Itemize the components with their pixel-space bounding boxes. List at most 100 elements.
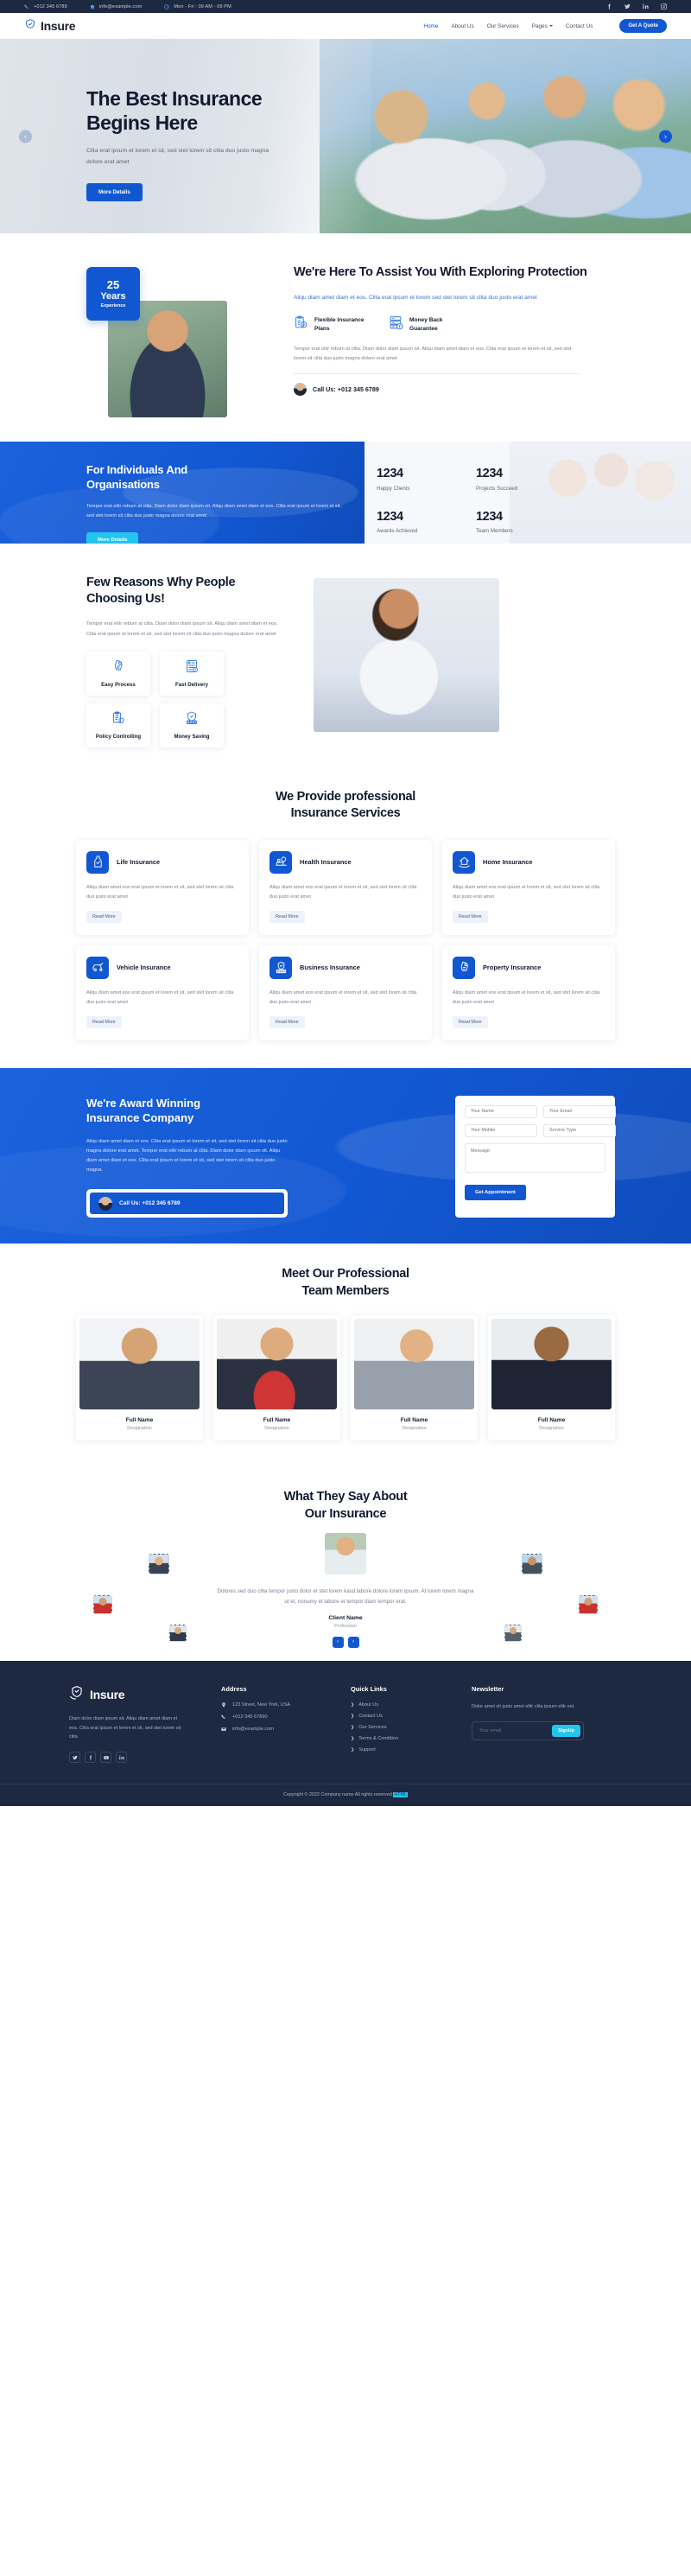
service-description: Aliqu diam amet eos erat ipsum et lorem … — [269, 989, 417, 1005]
nav-item-home[interactable]: Home — [423, 23, 438, 29]
footer-newsletter-column: Newsletter Dolor amet sit justo amet eli… — [472, 1685, 610, 1763]
stats-more-details-button[interactable]: More Details — [86, 531, 139, 544]
footer-email-text: info@example.com — [232, 1726, 274, 1732]
assist-section: 25 Years Experience We're Here To Assist… — [0, 233, 691, 442]
testimonial-prev-button[interactable]: ‹ — [332, 1636, 344, 1648]
stat-label: Happy Clients — [377, 485, 410, 492]
topbar-phone[interactable]: +012 345 6789 — [24, 4, 67, 10]
footer-link-our-services[interactable]: ❯ Our Services — [351, 1725, 472, 1730]
newsletter-signup-button[interactable]: SignUp — [552, 1724, 580, 1737]
service-name: Property Insurance — [483, 964, 542, 972]
get-appointment-button[interactable]: Get Appointment — [465, 1184, 526, 1200]
brand-logo[interactable]: Insure — [24, 18, 76, 35]
reason-card-money-saving[interactable]: Money Saving — [160, 703, 224, 748]
name-input[interactable] — [465, 1104, 537, 1118]
reasons-card-grid: Easy Process Fast Delivery Policy Contro… — [86, 652, 298, 748]
read-more-button[interactable]: Read More — [86, 1015, 122, 1028]
badge-experience-label: Experience — [100, 302, 126, 308]
nav-item-contact-us[interactable]: Contact Us — [566, 23, 593, 29]
newsletter-email-input[interactable] — [475, 1727, 553, 1733]
chevron-right-icon: ❯ — [351, 1724, 355, 1730]
reason-card-policy-controlling[interactable]: Policy Controlling — [86, 703, 150, 748]
service-header: Vehicle Insurance — [86, 956, 238, 979]
testimonials-title: What They Say About Our Insurance — [0, 1489, 691, 1523]
footer-youtube-link[interactable] — [100, 1752, 111, 1764]
copyright-prefix: Copyright © 2022 Company name All rights… — [282, 1792, 392, 1798]
footer-logo[interactable]: Insure — [69, 1685, 221, 1705]
footer-linkedin-link[interactable] — [116, 1752, 127, 1764]
testimonial-next-button[interactable]: › — [347, 1636, 359, 1648]
read-more-button[interactable]: Read More — [269, 1015, 305, 1028]
youtube-icon — [103, 1755, 109, 1759]
nav-item-pages[interactable]: Pages — [532, 23, 553, 29]
message-textarea[interactable] — [465, 1142, 605, 1173]
award-content: We're Award Winning Insurance Company Al… — [0, 1096, 288, 1218]
stat-projects-succeed: 1234 Projects Succeed — [476, 467, 551, 492]
phone-icon — [24, 3, 29, 9]
reason-card-easy-process[interactable]: Easy Process — [86, 652, 150, 696]
footer-link-contact-us[interactable]: ❯ Contact Us — [351, 1714, 472, 1719]
team-card[interactable]: Full Name Designation — [213, 1315, 340, 1441]
email-input[interactable] — [543, 1104, 616, 1118]
hero-prev-button[interactable]: ‹ — [19, 130, 32, 143]
award-call-wrapper: Call Us: +012 345 6789 — [86, 1189, 288, 1218]
footer-twitter-link[interactable] — [69, 1752, 80, 1764]
service-type-input[interactable] — [543, 1123, 616, 1137]
footer-link-terms-condition[interactable]: ❯ Terms & Condition — [351, 1736, 472, 1741]
topbar-email[interactable]: info@example.com — [90, 4, 143, 10]
service-description: Aliqu diam amet eos erat ipsum et lorem … — [453, 884, 600, 900]
stat-number: 1234 — [377, 467, 403, 480]
hero-next-button[interactable]: › — [659, 130, 672, 143]
testimonial-thumb[interactable] — [149, 1553, 169, 1574]
service-header: Health Insurance — [269, 850, 422, 874]
envelope-icon — [221, 1727, 226, 1731]
testimonial-thumb[interactable] — [522, 1553, 542, 1574]
social-linkedin-link[interactable] — [643, 3, 649, 10]
service-card-health-insurance[interactable]: Health Insurance Aliqu diam amet eos era… — [259, 839, 432, 935]
award-call-button[interactable]: Call Us: +012 345 6789 — [90, 1193, 284, 1215]
service-card-business-insurance[interactable]: Business Insurance Aliqu diam amet eos e… — [259, 945, 432, 1040]
social-twitter-link[interactable] — [624, 3, 631, 10]
reason-card-fast-delivery[interactable]: Fast Delivery — [160, 652, 224, 696]
nav-item-about-us[interactable]: About Us — [451, 23, 473, 29]
team-member-photo — [217, 1319, 337, 1410]
service-header: Home Insurance — [453, 850, 605, 874]
service-card-home-insurance[interactable]: Home Insurance Aliqu diam amet eos erat … — [442, 839, 615, 935]
read-more-button[interactable]: Read More — [453, 910, 488, 923]
service-card-vehicle-insurance[interactable]: Vehicle Insurance Aliqu diam amet eos er… — [76, 945, 249, 1040]
reasons-body-text: Tempor erat elitr rebum at clita. Diam d… — [86, 621, 278, 637]
award-title-line2: Insurance Company — [86, 1110, 194, 1124]
stat-number: 1234 — [377, 509, 403, 524]
team-title: Meet Our Professional Team Members — [0, 1266, 691, 1300]
nav-label: About Us — [451, 22, 474, 29]
footer-address-text: 123 Street, New York, USA — [232, 1701, 291, 1708]
read-more-button[interactable]: Read More — [453, 1015, 488, 1028]
footer-email-line[interactable]: info@example.com — [221, 1727, 351, 1732]
footer-phone-line[interactable]: +012 345 67890 — [221, 1714, 351, 1720]
service-card-life-insurance[interactable]: Life Insurance Aliqu diam amet eos erat … — [76, 839, 249, 935]
team-card[interactable]: Full Name Designation — [76, 1315, 203, 1441]
assist-feature-list: Flexible Insurance Plans Money Back Guar… — [294, 315, 615, 334]
service-card-property-insurance[interactable]: Property Insurance Aliqu diam amet eos e… — [442, 945, 615, 1040]
team-card[interactable]: Full Name Designation — [351, 1315, 478, 1441]
hero-family-photo — [320, 39, 691, 233]
hero-more-details-button[interactable]: More Details — [86, 183, 143, 202]
social-instagram-link[interactable] — [661, 3, 667, 10]
team-card[interactable]: Full Name Designation — [488, 1315, 615, 1441]
footer-link-about-us[interactable]: ❯ About Us — [351, 1702, 472, 1708]
footer-facebook-link[interactable] — [85, 1752, 96, 1764]
twitter-icon — [72, 1755, 78, 1759]
get-a-quote-button[interactable]: Get A Quote — [619, 19, 667, 33]
read-more-button[interactable]: Read More — [86, 910, 122, 923]
read-more-button[interactable]: Read More — [269, 910, 305, 923]
social-facebook-link[interactable] — [606, 3, 612, 10]
testimonial-carousel: Dolores sed duo clita tempor justo dolor… — [0, 1532, 691, 1648]
mobile-input[interactable] — [465, 1123, 537, 1137]
stat-number: 1234 — [476, 509, 503, 524]
assist-call-row[interactable]: Call Us: +012 345 6789 — [294, 382, 615, 396]
nav-item-our-services[interactable]: Our Services — [487, 23, 519, 29]
footer: Insure Diam dolor diam ipsum sit. Aliqu … — [0, 1660, 691, 1807]
service-description: Aliqu diam amet eos erat ipsum et lorem … — [86, 989, 234, 1005]
reasons-woman-photo — [314, 578, 499, 732]
footer-link-support[interactable]: ❯ Support — [351, 1747, 472, 1752]
